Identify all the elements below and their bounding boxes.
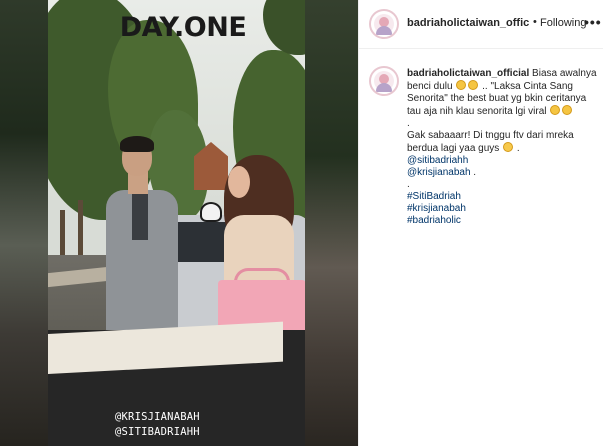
caption-text-part: Gak sabaaarr! Di tnggu ftv dari mreka be… — [407, 130, 574, 154]
post-header: badriaholictaiwan_offic • Following ••• — [359, 0, 603, 49]
more-horizontal-icon[interactable]: ••• — [584, 14, 602, 30]
grinning-face-icon — [562, 105, 573, 115]
grinning-face-icon — [550, 105, 561, 115]
video-woman-face — [228, 166, 250, 198]
header-avatar[interactable] — [369, 9, 399, 39]
media-blur-left — [0, 0, 48, 446]
caption-dot: . — [407, 179, 410, 190]
hashtag-link[interactable]: #badriaholic — [407, 215, 597, 227]
following-button[interactable]: Following — [540, 17, 586, 29]
header-username[interactable]: badriaholictaiwan_offic — [407, 17, 529, 29]
video-overlay-tag: @SITIBADRIAHH — [115, 426, 200, 438]
hashtag-link[interactable]: #krisjianabah — [407, 203, 597, 215]
video-man-hair — [120, 136, 154, 152]
caption-text-part: . — [516, 143, 520, 154]
grinning-face-icon — [456, 80, 467, 90]
mention-link[interactable]: @sitibadriahh — [407, 155, 597, 167]
video-frame[interactable] — [48, 0, 305, 446]
video-overlay-tag: @KRISJIANABAH — [115, 411, 200, 423]
mention-link[interactable]: @krisjianabah — [407, 167, 471, 178]
video-helmet — [200, 202, 222, 222]
caption-avatar[interactable] — [369, 66, 399, 96]
caption-text: badriaholictaiwan_official Biasa awalnya… — [407, 68, 597, 227]
post-media[interactable]: DAY.ONE @KRISJIANABAH @SITIBADRIAHH — [0, 0, 358, 446]
video-overlay-tags: @KRISJIANABAH @SITIBADRIAHH — [115, 410, 200, 440]
avatar-body — [376, 83, 392, 92]
hashtag-link[interactable]: #SitiBadriah — [407, 191, 597, 203]
winking-face-icon — [503, 142, 514, 152]
video-man-shirt — [132, 192, 148, 240]
grinning-face-icon — [468, 80, 479, 90]
caption-username[interactable]: badriaholictaiwan_official — [407, 68, 529, 79]
post-side-panel: badriaholictaiwan_offic • Following ••• … — [358, 0, 603, 446]
media-blur-right — [305, 0, 358, 446]
caption-dot: . — [407, 118, 410, 129]
video-overlay-title: DAY.ONE — [119, 12, 247, 43]
caption-text-part: . — [473, 167, 477, 178]
avatar-body — [376, 26, 392, 35]
header-separator: • — [533, 16, 537, 28]
